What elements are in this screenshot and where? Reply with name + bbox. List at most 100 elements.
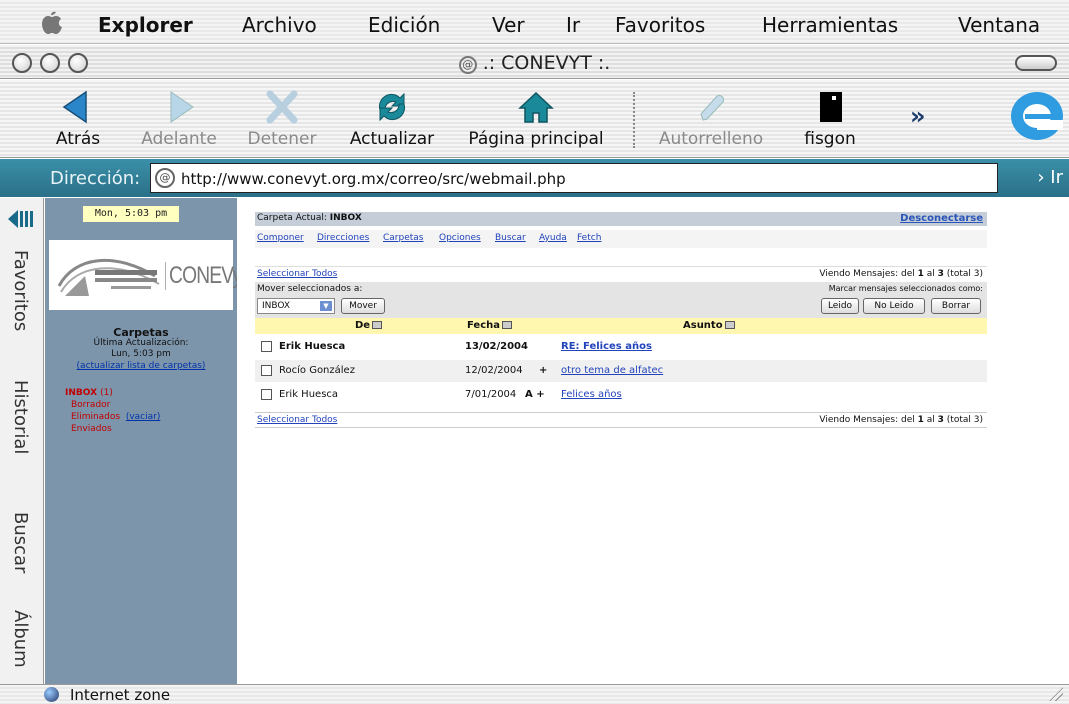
autofill-button[interactable]: Autorrelleno	[650, 80, 772, 158]
message-subject[interactable]: otro tema de alfatec	[561, 365, 663, 376]
toolbar-overflow-chevron-icon[interactable]: »	[910, 102, 926, 130]
tab-favoritos[interactable]: Favoritos	[0, 250, 44, 360]
current-folder-label: Carpeta Actual:	[257, 213, 327, 223]
forward-arrow-icon	[170, 91, 194, 123]
select-all-link[interactable]: Seleccionar Todos	[257, 269, 337, 279]
message-from: Erik Huesca	[279, 389, 339, 400]
address-label: Dirección:	[50, 168, 141, 189]
fisgon-icon	[820, 92, 842, 122]
viewing-prefix: Viendo Mensajes: del	[819, 269, 915, 279]
message-subject[interactable]: RE: Felices años	[561, 341, 652, 352]
forward-label: Adelante	[141, 129, 217, 149]
tab-album-label: Álbum	[10, 610, 31, 668]
select-all-link[interactable]: Seleccionar Todos	[257, 415, 337, 425]
tab-album[interactable]: Álbum	[0, 610, 44, 680]
stop-x-icon	[266, 90, 298, 124]
viewing-to: 3	[937, 415, 944, 425]
menu-archivo[interactable]: Archivo	[242, 13, 317, 37]
message-checkbox[interactable]	[261, 365, 272, 376]
refresh-folders-link[interactable]: (actualizar lista de carpetas)	[45, 361, 237, 371]
move-label: Mover seleccionados a:	[257, 284, 363, 294]
mark-unread-button[interactable]: No Leido	[863, 298, 925, 314]
signout-link[interactable]: Desconectarse	[900, 213, 983, 224]
nav-carpetas[interactable]: Carpetas	[383, 233, 423, 243]
column-subject[interactable]: Asunto	[683, 320, 735, 331]
forward-button[interactable]: Adelante	[132, 80, 226, 158]
delete-button[interactable]: Borrar	[931, 298, 981, 314]
viewing-mid: al	[926, 269, 935, 279]
mexico-seal-icon	[57, 258, 160, 296]
nav-buscar[interactable]: Buscar	[495, 233, 526, 243]
move-folder-select[interactable]: INBOX ▼	[257, 298, 335, 314]
column-date-label: Fecha	[467, 320, 501, 331]
go-button[interactable]: › Ir	[1037, 167, 1063, 188]
tab-buscar-label: Buscar	[10, 512, 31, 574]
column-subject-label: Asunto	[683, 320, 723, 331]
message-checkbox[interactable]	[261, 341, 272, 352]
page-content: Mon, 5:03 pm CONEVyT Carpetas Última Act…	[45, 198, 1069, 684]
page-at-icon: @	[155, 168, 175, 188]
message-from: Erik Huesca	[279, 341, 346, 352]
webmail-main-pane: Carpeta Actual: INBOX Desconectarse Comp…	[237, 198, 1069, 684]
toolbar-toggle-icon[interactable]	[1015, 55, 1057, 71]
mark-read-button[interactable]: Leido	[821, 298, 859, 314]
message-subject[interactable]: Felices años	[561, 389, 622, 400]
select-all-row-top: Seleccionar Todos Viendo Mensajes: del 1…	[255, 266, 987, 282]
message-from: Rocío González	[279, 365, 355, 376]
menu-favoritos[interactable]: Favoritos	[615, 13, 705, 37]
viewing-mid: al	[926, 415, 935, 425]
menu-ir[interactable]: Ir	[566, 13, 580, 37]
fisgon-button[interactable]: fisgon	[792, 80, 868, 158]
message-flags: A +	[525, 389, 545, 400]
sort-icon	[724, 321, 735, 329]
column-date[interactable]: Fecha	[467, 320, 513, 331]
resize-grip-icon[interactable]	[1049, 687, 1063, 701]
address-bar: Dirección: @ http://www.conevyt.org.mx/c…	[0, 159, 1069, 197]
refresh-button[interactable]: Actualizar	[338, 80, 446, 158]
chevron-down-icon: ▼	[320, 301, 332, 311]
menu-ver[interactable]: Ver	[492, 13, 525, 37]
column-from[interactable]: De	[355, 320, 383, 331]
menu-ventana[interactable]: Ventana	[958, 13, 1040, 37]
home-button[interactable]: Página principal	[456, 80, 616, 158]
nav-direcciones[interactable]: Direcciones	[317, 233, 369, 243]
move-button[interactable]: Mover	[341, 298, 385, 314]
internet-explorer-logo-icon	[1011, 92, 1063, 140]
last-update-label: Última Actualización:	[93, 338, 189, 348]
refresh-arrows-icon	[378, 92, 406, 122]
webmail-folder-pane: Mon, 5:03 pm CONEVyT Carpetas Última Act…	[45, 198, 253, 684]
nav-opciones[interactable]: Opciones	[439, 233, 481, 243]
stop-button[interactable]: Detener	[240, 80, 324, 158]
folder-eliminados[interactable]: Eliminados (vaciar)	[71, 412, 160, 422]
address-input[interactable]: @ http://www.conevyt.org.mx/correo/src/w…	[150, 163, 998, 193]
folder-borrador[interactable]: Borrador	[71, 400, 110, 410]
message-checkbox[interactable]	[261, 389, 272, 400]
explorer-bar-toggle-icon[interactable]	[6, 208, 36, 230]
empty-trash-link[interactable]: (vaciar)	[126, 412, 161, 422]
window-title: @.: CONEVYT :.	[0, 52, 1069, 74]
message-row[interactable]: Erik Huesca 7/01/2004 A + Felices años	[255, 384, 987, 406]
apple-menu-icon[interactable]	[32, 4, 68, 40]
home-icon	[518, 91, 554, 123]
message-column-headers: De Fecha Asunto	[255, 318, 987, 334]
explorer-bar-tabs: Favoritos Historial Buscar Álbum	[0, 198, 44, 684]
tab-buscar[interactable]: Buscar	[0, 512, 44, 602]
nav-fetch[interactable]: Fetch	[577, 233, 601, 243]
select-all-row-bottom: Seleccionar Todos Viendo Mensajes: del 1…	[255, 412, 987, 428]
folder-inbox[interactable]: INBOX (1)	[65, 388, 113, 398]
folder-enviados[interactable]: Enviados	[71, 424, 112, 434]
message-row[interactable]: Erik Huesca 13/02/2004 RE: Felices años	[255, 336, 987, 358]
message-row[interactable]: Rocío González 12/02/2004 + otro tema de…	[255, 360, 987, 382]
toolbar-separator	[633, 92, 635, 148]
menu-herramientas[interactable]: Herramientas	[762, 13, 898, 37]
menu-app-explorer[interactable]: Explorer	[98, 13, 193, 37]
tab-historial[interactable]: Historial	[0, 380, 44, 490]
nav-componer[interactable]: Componer	[257, 233, 304, 243]
menu-edicion[interactable]: Edición	[368, 13, 440, 37]
nav-ayuda[interactable]: Ayuda	[539, 233, 567, 243]
move-folder-value: INBOX	[262, 301, 291, 311]
sort-icon	[502, 321, 513, 329]
back-button[interactable]: Atrás	[44, 80, 112, 158]
viewing-to: 3	[937, 269, 944, 279]
back-label: Atrás	[55, 129, 101, 149]
